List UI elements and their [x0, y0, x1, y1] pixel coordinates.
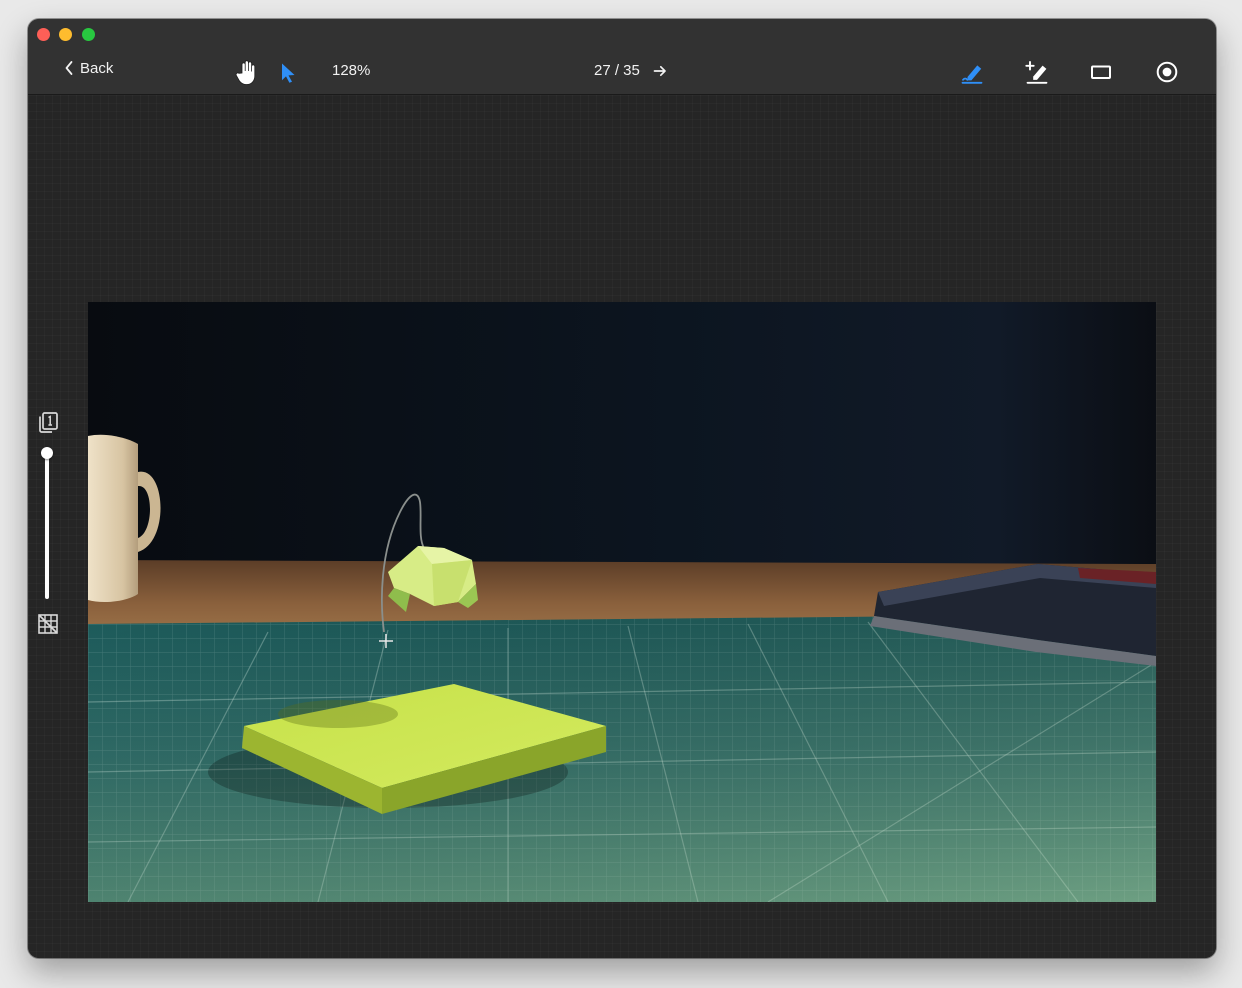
canvas-image[interactable] — [88, 302, 1156, 902]
zoom-window-button[interactable] — [82, 28, 95, 41]
hand-tool-button[interactable] — [234, 58, 260, 86]
chevron-left-icon — [65, 61, 73, 75]
toolbar: Back 128% 27 / 35 — [28, 19, 1216, 95]
add-annotation-button[interactable] — [1022, 57, 1052, 87]
minimize-window-button[interactable] — [59, 28, 72, 41]
grid-toggle-button[interactable] — [35, 611, 61, 637]
frame-button[interactable] — [1089, 60, 1113, 84]
opacity-slider-handle[interactable] — [41, 447, 53, 459]
opacity-slider-track[interactable] — [45, 451, 49, 599]
pen-edit-icon — [961, 65, 983, 84]
app-window: Back 128% 27 / 35 — [28, 19, 1216, 958]
zoom-level-label[interactable]: 128% — [332, 62, 370, 79]
next-page-button[interactable] — [652, 63, 668, 79]
canvas-area[interactable] — [28, 95, 1216, 958]
arrow-right-icon — [653, 65, 666, 77]
pen-add-icon — [1025, 61, 1048, 84]
pointer-icon — [282, 63, 295, 83]
hand-icon — [235, 59, 256, 85]
close-window-button[interactable] — [37, 28, 50, 41]
origami-scene-image — [88, 302, 1156, 902]
record-icon — [1156, 61, 1178, 83]
rectangle-icon — [1091, 65, 1111, 79]
grid-icon — [38, 614, 58, 634]
pages-button[interactable] — [35, 409, 61, 435]
side-rail — [28, 412, 68, 725]
back-label: Back — [80, 59, 114, 77]
annotate-button[interactable] — [957, 57, 987, 87]
back-button[interactable]: Back — [64, 57, 113, 79]
pointer-tool-button[interactable] — [279, 60, 297, 84]
pages-icon — [39, 412, 58, 433]
record-button[interactable] — [1154, 59, 1180, 85]
page-counter: 27 / 35 — [594, 62, 640, 79]
